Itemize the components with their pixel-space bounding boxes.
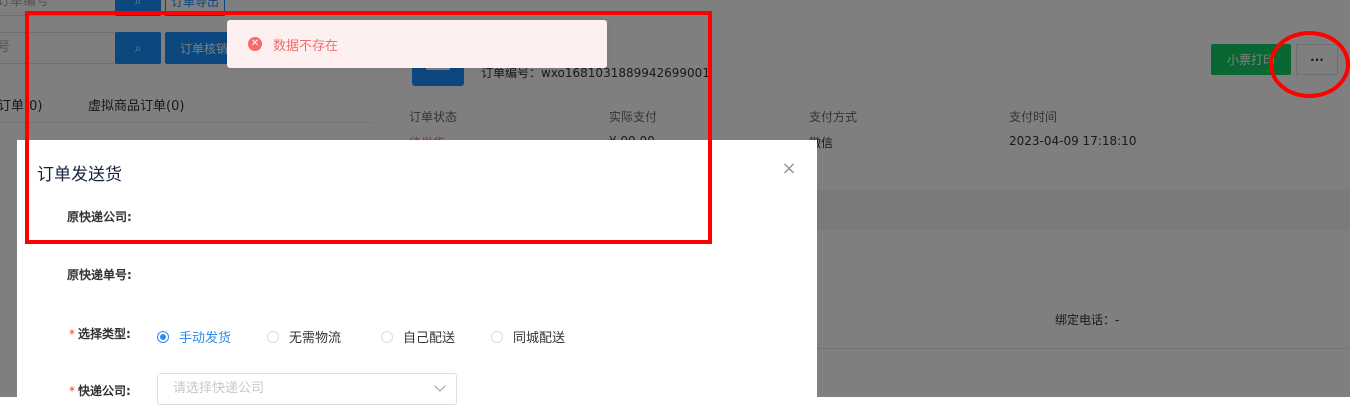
courier-select-placeholder: 请选择快递公司 [173,381,265,396]
annotation-circle [1269,31,1350,98]
annotation-rectangle [25,11,712,244]
radio-label: 同城配送 [513,331,566,346]
chevron-down-icon [434,380,446,392]
radio-icon [491,330,503,343]
orig-tracking-label: 原快递单号: [67,268,132,282]
radio-icon [267,330,279,343]
radio-self-delivery[interactable]: 自己配送 [381,327,455,346]
courier-label: * 快递公司: [69,382,131,399]
close-icon[interactable]: × [780,160,798,178]
delivery-type-label-text: 选择类型: [78,327,131,341]
radio-label: 无需物流 [289,331,342,346]
courier-label-text: 快递公司: [78,384,131,398]
radio-label: 手动发货 [179,331,232,346]
delivery-type-label: * 选择类型: [69,325,131,342]
radio-no-logistics[interactable]: 无需物流 [267,327,341,346]
required-mark: * [69,384,75,398]
radio-label: 自己配送 [403,331,456,346]
radio-checked-icon [157,330,169,343]
radio-manual-shipping[interactable]: 手动发货 [157,327,231,346]
courier-select[interactable]: 请选择快递公司 [157,373,457,405]
required-mark: * [69,327,75,341]
radio-icon [381,330,393,343]
radio-same-city[interactable]: 同城配送 [491,327,565,346]
